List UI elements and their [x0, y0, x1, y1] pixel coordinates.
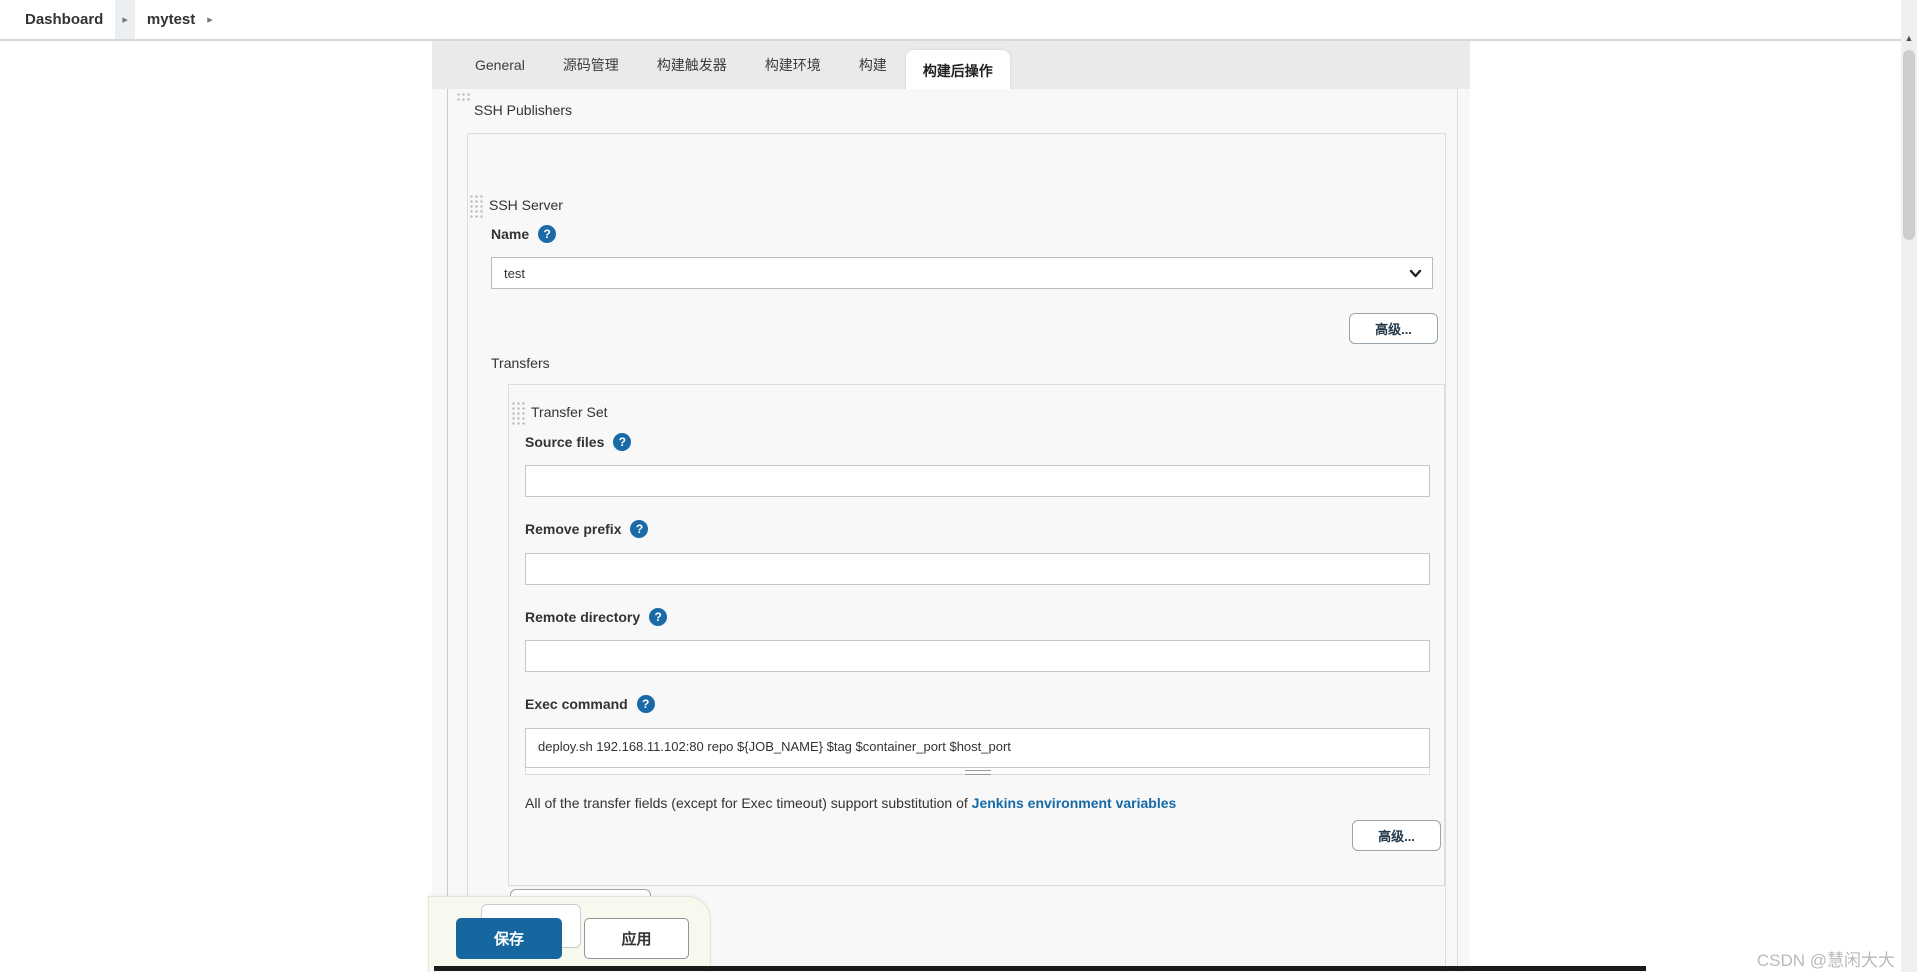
exec-command-textarea[interactable]: deploy.sh 192.168.11.102:80 repo ${JOB_N… — [525, 728, 1430, 768]
ssh-server-advanced-button[interactable]: 高级... — [1349, 313, 1438, 344]
jenkins-config-page: Dashboard ▸ mytest ▸ General 源码管理 构建触发器 … — [0, 0, 1917, 972]
watermark-text: CSDN @慧闲大大 — [1756, 951, 1895, 970]
breadcrumb-separator: ▸ — [115, 0, 135, 39]
remove-prefix-input[interactable] — [525, 553, 1430, 585]
chevron-right-icon[interactable]: ▸ — [122, 13, 128, 26]
apply-button[interactable]: 应用 — [584, 918, 689, 959]
ssh-server-name-value: test — [504, 265, 525, 281]
substitution-help-prefix: All of the transfer fields (except for E… — [525, 795, 972, 811]
remove-prefix-label-row: Remove prefix ? — [525, 520, 649, 538]
remote-directory-label-row: Remote directory ? — [525, 608, 668, 626]
scrollbar-thumb[interactable] — [1903, 50, 1915, 240]
breadcrumb-job-link[interactable]: mytest — [135, 11, 207, 28]
chevron-right-icon[interactable]: ▸ — [207, 13, 213, 26]
save-footer: 保存 应用 — [428, 896, 711, 972]
source-files-label-row: Source files ? — [525, 433, 632, 451]
tab-source-management[interactable]: 源码管理 — [544, 41, 638, 89]
tab-build-triggers[interactable]: 构建触发器 — [638, 41, 746, 89]
remote-directory-label: Remote directory — [525, 609, 641, 625]
config-panel: General 源码管理 构建触发器 构建环境 构建 构建后操作 SSH Pub… — [432, 41, 1470, 972]
help-icon[interactable]: ? — [649, 608, 668, 626]
drag-handle-icon[interactable] — [511, 401, 525, 427]
tab-general[interactable]: General — [456, 41, 544, 89]
transfer-set-advanced-button[interactable]: 高级... — [1352, 820, 1441, 851]
name-label: Name — [491, 226, 530, 242]
help-icon[interactable]: ? — [613, 433, 632, 451]
help-icon[interactable]: ? — [636, 695, 655, 713]
remove-prefix-label: Remove prefix — [525, 521, 622, 537]
ssh-publishers-title: SSH Publishers — [474, 102, 573, 118]
tab-post-build-actions[interactable]: 构建后操作 — [905, 50, 1010, 92]
breadcrumb-dashboard-link[interactable]: Dashboard — [0, 11, 115, 28]
substitution-help-text: All of the transfer fields (except for E… — [525, 795, 1176, 811]
post-build-content: SSH Publishers SSH Server Name ? test 高级… — [447, 89, 1458, 972]
name-label-row: Name ? — [491, 225, 557, 243]
source-files-input[interactable] — [525, 465, 1430, 497]
transfers-title: Transfers — [491, 355, 550, 371]
textarea-resize-handle[interactable] — [525, 768, 1430, 775]
save-button[interactable]: 保存 — [456, 918, 562, 959]
scroll-up-icon[interactable]: ▲ — [1901, 30, 1917, 46]
transfer-set-block: Transfer Set Source files ? Remove prefi… — [508, 384, 1445, 886]
config-tabbar: General 源码管理 构建触发器 构建环境 构建 构建后操作 — [432, 41, 1470, 92]
vertical-scrollbar[interactable]: ▲ — [1901, 0, 1917, 972]
tab-build-environment[interactable]: 构建环境 — [746, 41, 840, 89]
drag-handle-icon[interactable] — [456, 92, 472, 101]
help-icon[interactable]: ? — [538, 225, 557, 243]
chevron-down-icon — [1409, 269, 1422, 278]
help-icon[interactable]: ? — [630, 520, 649, 538]
breadcrumb: Dashboard ▸ mytest ▸ — [0, 0, 1917, 41]
exec-command-label: Exec command — [525, 696, 628, 712]
remote-directory-input[interactable] — [525, 640, 1430, 672]
exec-command-label-row: Exec command ? — [525, 695, 655, 713]
ssh-server-title: SSH Server — [489, 197, 563, 213]
viewport-bottom-edge — [434, 966, 1646, 971]
source-files-label: Source files — [525, 434, 605, 450]
tab-build[interactable]: 构建 — [840, 41, 906, 89]
jenkins-env-vars-link[interactable]: Jenkins environment variables — [972, 795, 1177, 811]
ssh-server-name-select[interactable]: test — [491, 257, 1433, 289]
transfer-set-title: Transfer Set — [531, 404, 608, 420]
drag-handle-icon[interactable] — [469, 194, 483, 220]
